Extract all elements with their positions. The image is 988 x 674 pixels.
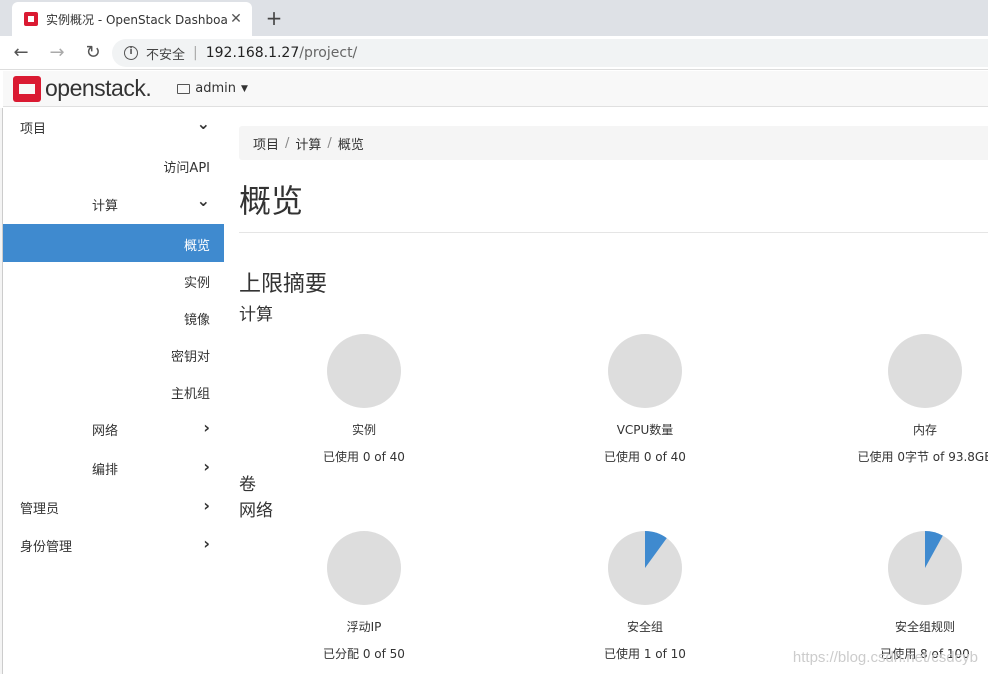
project-icon xyxy=(177,83,191,94)
pie-label: VCPU数量 xyxy=(616,423,674,437)
chevron-right-icon: › xyxy=(203,418,210,437)
title-divider xyxy=(239,232,988,233)
caret-down-icon: ▼ xyxy=(240,83,248,94)
chevron-right-icon: › xyxy=(203,534,210,553)
sidebar-item-admin[interactable]: 管理员 › xyxy=(3,488,224,524)
limit-summary-heading: 上限摘要 xyxy=(239,272,328,297)
page-title: 概览 xyxy=(239,182,304,220)
sidebar-item-label: 密钥对 xyxy=(170,350,210,365)
sidebar-item-key-pairs[interactable]: 密钥对 xyxy=(3,336,224,372)
chevron-right-icon: › xyxy=(203,496,210,515)
pie-instances: 实例 已使用 0 of 40 xyxy=(289,333,439,465)
sidebar-item-label: 身份管理 xyxy=(20,540,73,555)
main-content: 项目 / 计算 / 概览 概览 上限摘要 计算 实例 已使用 0 of 40 V… xyxy=(239,108,988,674)
pie-background xyxy=(608,334,682,408)
chevron-down-icon: ⌄ xyxy=(196,114,210,133)
sidebar-item-label: 项目 xyxy=(20,122,47,137)
new-tab-button[interactable]: + xyxy=(262,4,286,32)
breadcrumb-divider: / xyxy=(327,135,332,151)
pie-label: 实例 xyxy=(351,423,376,437)
pie-label: 安全组规则 xyxy=(894,620,955,634)
sidebar-item-identity[interactable]: 身份管理 › xyxy=(3,526,224,562)
sidebar-item-label: 镜像 xyxy=(183,313,210,328)
browser-tabstrip: 实例概况 - OpenStack Dashboa ✕ + xyxy=(0,0,988,36)
pie-usage: 已使用 0 of 40 xyxy=(604,450,686,464)
pie-floating-ips: 浮动IP 已分配 0 of 50 xyxy=(289,530,439,662)
pie-chart xyxy=(608,334,682,408)
pie-chart xyxy=(888,531,962,605)
sidebar: 项目 ⌄ 访问API 计算 ⌄ 概览 实例 镜像 密钥对 主机组 网络 › 编排… xyxy=(3,108,224,674)
openstack-favicon-icon xyxy=(24,12,38,26)
pie-label: 安全组 xyxy=(626,620,663,634)
project-dropdown-label: admin xyxy=(195,81,236,96)
volume-heading: 卷 xyxy=(239,475,256,495)
pie-chart xyxy=(327,334,401,408)
sidebar-item-images[interactable]: 镜像 xyxy=(3,299,224,335)
sidebar-item-compute[interactable]: 计算 ⌄ xyxy=(3,185,224,221)
breadcrumb-item-project[interactable]: 项目 xyxy=(253,134,279,153)
sidebar-item-label: 编排 xyxy=(92,463,119,478)
browser-tab[interactable]: 实例概况 - OpenStack Dashboa ✕ xyxy=(12,2,252,36)
sidebar-item-label: 主机组 xyxy=(170,387,210,402)
pie-chart xyxy=(888,334,962,408)
pie-label: 内存 xyxy=(912,423,937,437)
info-icon[interactable]: i xyxy=(124,46,138,60)
pie-usage: 已使用 1 of 10 xyxy=(604,647,686,661)
browser-toolbar: ← → ↻ i 不安全 | 192.168.1.27/project/ xyxy=(0,36,988,70)
tab-title: 实例概况 - OpenStack Dashboa xyxy=(46,12,228,27)
pie-usage: 已使用 0字节 of 93.8GB xyxy=(857,450,988,464)
breadcrumb-item-overview: 概览 xyxy=(337,137,364,153)
openstack-logo[interactable]: openstack. xyxy=(13,75,152,102)
sidebar-item-instances[interactable]: 实例 xyxy=(3,262,224,298)
sidebar-item-label: 管理员 xyxy=(20,502,60,517)
sidebar-item-project[interactable]: 项目 ⌄ xyxy=(3,108,224,144)
close-tab-icon[interactable]: ✕ xyxy=(228,11,244,27)
network-heading: 网络 xyxy=(239,501,273,521)
openstack-logo-icon xyxy=(13,75,41,102)
sidebar-item-overview[interactable]: 概览 xyxy=(3,224,224,262)
openstack-navbar: openstack. admin ▼ xyxy=(3,71,988,107)
url-path: /project/ xyxy=(299,45,358,61)
breadcrumb-item-compute[interactable]: 计算 xyxy=(295,134,321,153)
sidebar-item-label: 网络 xyxy=(92,424,119,439)
chevron-down-icon: ⌄ xyxy=(196,191,210,210)
pie-background xyxy=(888,334,962,408)
sidebar-item-label: 实例 xyxy=(183,276,210,291)
project-dropdown[interactable]: admin ▼ xyxy=(177,81,248,96)
sidebar-item-label: 概览 xyxy=(183,239,210,254)
breadcrumb: 项目 / 计算 / 概览 xyxy=(239,126,988,160)
pie-chart xyxy=(608,531,682,605)
reload-icon[interactable]: ↻ xyxy=(78,39,108,67)
pie-vcpus: VCPU数量 已使用 0 of 40 xyxy=(570,333,720,465)
pie-chart xyxy=(327,531,401,605)
pie-background xyxy=(327,531,401,605)
url-host: 192.168.1.27 xyxy=(205,45,300,61)
forward-arrow-icon[interactable]: → xyxy=(42,39,72,67)
sidebar-item-server-groups[interactable]: 主机组 xyxy=(3,373,224,409)
chevron-right-icon: › xyxy=(203,457,210,476)
pie-security-group-rules: 安全组规则 已使用 8 of 100 xyxy=(850,530,988,662)
breadcrumb-divider: / xyxy=(285,135,290,151)
sidebar-item-label: 访问API xyxy=(163,161,210,176)
pie-ram: 内存 已使用 0字节 of 93.8GB xyxy=(850,333,988,465)
sidebar-item-network[interactable]: 网络 › xyxy=(3,410,224,446)
sidebar-item-label: 计算 xyxy=(92,199,119,214)
sidebar-item-api-access[interactable]: 访问API xyxy=(3,147,224,183)
back-arrow-icon[interactable]: ← xyxy=(6,39,36,67)
security-label: 不安全 xyxy=(146,47,186,63)
pie-usage: 已使用 0 of 40 xyxy=(323,450,405,464)
logo-text: openstack. xyxy=(45,75,152,101)
address-separator: | xyxy=(193,45,198,61)
sidebar-item-orchestration[interactable]: 编排 › xyxy=(3,449,224,485)
pie-usage: 已分配 0 of 50 xyxy=(323,647,405,661)
compute-heading: 计算 xyxy=(239,305,273,325)
watermark: https://blog.csdn.net/csdcyb xyxy=(792,649,978,666)
pie-label: 浮动IP xyxy=(346,620,382,634)
pie-background xyxy=(327,334,401,408)
address-bar[interactable]: i 不安全 | 192.168.1.27/project/ xyxy=(112,39,988,67)
pie-security-groups: 安全组 已使用 1 of 10 xyxy=(570,530,720,662)
